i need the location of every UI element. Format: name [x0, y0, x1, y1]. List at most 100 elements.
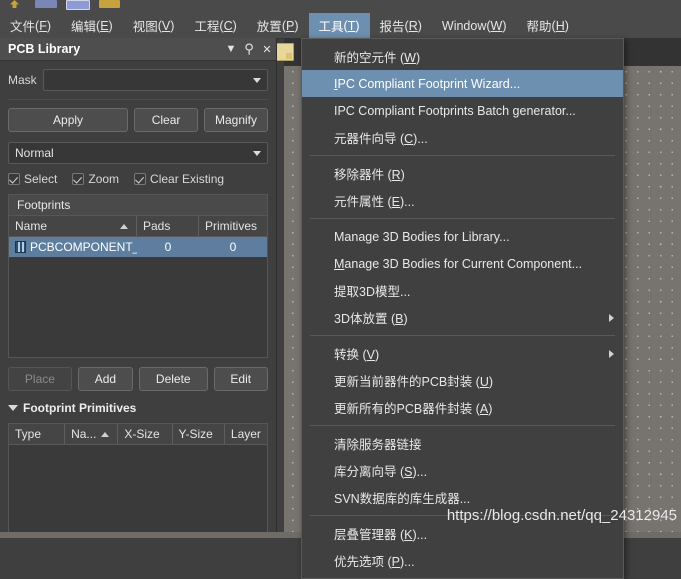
menu-label: 帮助 — [526, 20, 552, 34]
checkbox-icon[interactable] — [134, 173, 147, 185]
column-type[interactable]: Type — [9, 424, 66, 444]
polygon-icon[interactable] — [99, 0, 120, 8]
column-pads[interactable]: Pads — [137, 216, 199, 236]
checkbox-zoom[interactable]: Zoom — [72, 172, 119, 186]
menu-item-clear-server-link[interactable]: 清除服务器链接 — [302, 430, 623, 457]
delete-button[interactable]: Delete — [139, 367, 208, 391]
menu-file[interactable]: 文件 (F) — [0, 13, 61, 38]
checkbox-icon[interactable] — [72, 173, 85, 185]
pin-icon[interactable]: ⚲ — [240, 40, 258, 58]
toolbar-strip — [0, 0, 681, 14]
menu-item-preferences[interactable]: 优先选项 (P)... — [302, 547, 623, 574]
column-layer[interactable]: Layer — [225, 424, 267, 444]
menu-accelerator: (F) — [35, 18, 51, 33]
column-x-size[interactable]: X-Size — [118, 424, 173, 444]
menu-item-convert[interactable]: 转换 (V) — [302, 340, 623, 367]
menu-item-extract-3d-model[interactable]: 提取3D模型... — [302, 277, 623, 304]
menu-item-label: 转换 (V) — [334, 348, 380, 362]
menu-item-component-wizard[interactable]: 元器件向导 (C)... — [302, 124, 623, 151]
menu-accelerator: (C) — [219, 18, 237, 33]
menu-item-update-all-pcb-footprints[interactable]: 更新所有的PCB器件封装 (A) — [302, 394, 623, 421]
menu-help[interactable]: 帮助 (H) — [517, 13, 579, 38]
menu-item-layer-stack-manager[interactable]: 层叠管理器 (K)... — [302, 520, 623, 547]
menu-label: 视图 — [132, 20, 158, 34]
menu-item-remove-component[interactable]: 移除器件 (R) — [302, 160, 623, 187]
menu-label: 文件 — [10, 20, 36, 34]
column-y-size[interactable]: Y-Size — [173, 424, 225, 444]
menu-item-component-properties[interactable]: 元件属性 (E)... — [302, 187, 623, 214]
primitives-listbox: Type Na... X-Size Y-Size Layer — [8, 423, 268, 538]
mask-input[interactable] — [42, 69, 268, 91]
footprints-group-label: Footprints — [9, 195, 267, 216]
triangle-collapse-icon[interactable] — [8, 405, 18, 411]
chevron-down-icon[interactable] — [253, 78, 261, 83]
menu-separator — [310, 335, 615, 336]
menu-item-label: 元器件向导 (C)... — [334, 132, 428, 146]
apply-button[interactable]: Apply — [8, 108, 129, 132]
checkbox-select[interactable]: Select — [8, 172, 57, 186]
menu-item-label: 更新当前器件的PCB封装 (U) — [334, 375, 494, 389]
menu-item-label: SVN数据库的库生成器... — [334, 492, 471, 506]
sort-ascending-icon — [101, 432, 110, 437]
chevron-down-icon[interactable]: ▼ — [222, 40, 240, 58]
footprints-table-body[interactable]: PCBCOMPONENT_1 0 0 — [9, 237, 267, 357]
pad-icon[interactable] — [66, 0, 90, 10]
menu-item-label: 提取3D模型... — [334, 285, 411, 299]
menu-item-manage-3d-bodies-library[interactable]: Manage 3D Bodies for Library... — [302, 223, 623, 250]
menu-item-ipc-footprint-wizard[interactable]: IPC Compliant Footprint Wizard... — [302, 70, 623, 97]
checkbox-clear-existing[interactable]: Clear Existing — [134, 172, 224, 186]
mask-label: Mask — [8, 73, 37, 87]
menu-item-manage-3d-bodies-current[interactable]: Manage 3D Bodies for Current Component..… — [302, 250, 623, 277]
column-name[interactable]: Name — [9, 216, 137, 236]
menu-tools[interactable]: 工具 (T) — [308, 13, 370, 38]
menu-accelerator: (V) — [157, 18, 175, 33]
menu-accelerator: (P) — [281, 18, 299, 33]
cell-name: PCBCOMPONENT_1 — [9, 237, 137, 257]
column-na[interactable]: Na... — [65, 424, 119, 444]
menu-separator — [310, 218, 615, 219]
menu-place[interactable]: 放置 (P) — [247, 13, 309, 38]
column-pads-label: Pads — [143, 219, 171, 233]
menu-item-label: 库分离向导 (S)... — [334, 465, 428, 479]
menu-bar: 文件 (F) 编辑 (E) 视图 (V) 工程 (C) 放置 (P) 工具 (T) 报告 (… — [0, 13, 681, 39]
column-layer-label: Layer — [230, 427, 261, 441]
document-icon[interactable] — [276, 43, 294, 61]
menu-item-3d-body-placement[interactable]: 3D体放置 (B) — [302, 304, 623, 331]
primitives-table-header: Type Na... X-Size Y-Size Layer — [9, 424, 267, 445]
checkbox-label: Select — [24, 172, 58, 186]
footprint-primitives-header[interactable]: Footprint Primitives — [8, 401, 268, 415]
table-row[interactable]: PCBCOMPONENT_1 0 0 — [9, 237, 267, 257]
column-primitives[interactable]: Primitives — [199, 216, 267, 236]
menu-edit[interactable]: 编辑 (E) — [61, 13, 123, 38]
close-icon[interactable]: ✕ — [258, 40, 276, 58]
cell-primitives: 0 — [229, 240, 237, 254]
magnify-button[interactable]: Magnify — [204, 108, 268, 132]
chevron-down-icon[interactable] — [253, 151, 261, 156]
menu-label: Window — [441, 18, 487, 33]
line-icon[interactable] — [35, 0, 57, 8]
menu-separator — [310, 515, 615, 516]
menu-reports[interactable]: 报告 (R) — [370, 13, 432, 38]
column-na-label: Na... — [71, 427, 97, 441]
add-button[interactable]: Add — [77, 367, 134, 391]
menu-item-new-blank-component[interactable]: 新的空元件 (W) — [302, 43, 623, 70]
column-y-size-label: Y-Size — [178, 427, 213, 441]
clear-button[interactable]: Clear — [134, 108, 199, 132]
menu-item-ipc-batch-generator[interactable]: IPC Compliant Footprints Batch generator… — [302, 97, 623, 124]
menu-item-label: 更新所有的PCB器件封装 (A) — [334, 402, 493, 416]
component-icon[interactable] — [10, 0, 19, 8]
menu-item-update-current-pcb-footprint[interactable]: 更新当前器件的PCB封装 (U) — [302, 367, 623, 394]
checkbox-icon[interactable] — [8, 173, 20, 185]
menu-project[interactable]: 工程 (C) — [184, 13, 246, 38]
menu-item-library-splitter-wizard[interactable]: 库分离向导 (S)... — [302, 457, 623, 484]
display-mode-select[interactable]: Normal — [8, 142, 268, 164]
edit-button[interactable]: Edit — [213, 367, 269, 391]
menu-item-label: 新的空元件 (W) — [334, 51, 421, 65]
menu-window[interactable]: Window (W) — [432, 13, 517, 38]
primitives-table-body[interactable] — [9, 445, 267, 538]
menu-item-label: 元件属性 (E)... — [334, 195, 415, 209]
menu-item-label: Manage 3D Bodies for Current Component..… — [334, 256, 583, 271]
menu-item-label: 清除服务器链接 — [334, 438, 422, 452]
menu-view[interactable]: 视图 (V) — [123, 13, 185, 38]
menu-item-svn-db-library-maker[interactable]: SVN数据库的库生成器... — [302, 484, 623, 511]
